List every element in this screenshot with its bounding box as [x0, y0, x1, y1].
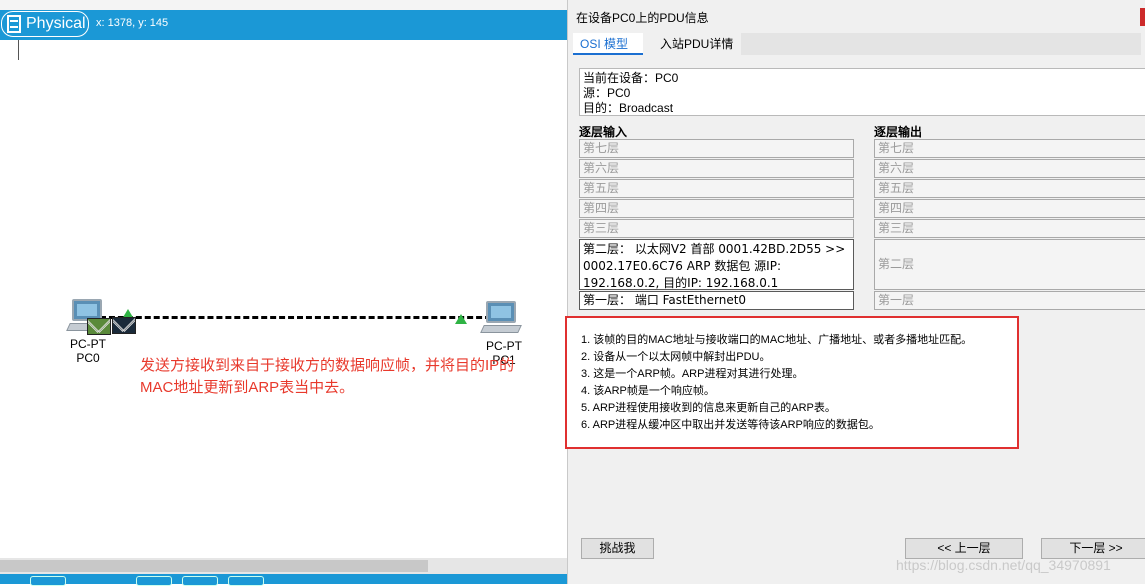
next-layer-button[interactable]: 下一层 >> [1041, 538, 1145, 559]
out-layer-2[interactable]: 第二层 [874, 239, 1145, 290]
cursor-coordinates: x: 1378, y: 145 [96, 17, 169, 29]
annotation-line: MAC地址更新到ARP表当中去。 [140, 379, 355, 396]
annotation-text: 发送方接收到来自于接收方的数据响应帧，并将目的IP的 MAC地址更新到ARP表当… [140, 355, 550, 399]
monitor-shape [486, 301, 516, 323]
pc0-type: PC-PT [70, 337, 106, 351]
out-layer-1[interactable]: 第一层 [874, 291, 1145, 310]
ethernet-link[interactable] [100, 316, 500, 319]
pc0-name: PC0 [76, 351, 100, 365]
description-list: 1. 该帧的目的MAC地址与接收端口的MAC地址、广播地址、或者多播地址匹配。 … [581, 332, 972, 434]
in-layer-5[interactable]: 第五层 [579, 179, 854, 198]
pdu-info-dialog: 在设备PC0上的PDU信息 OSI 模型 入站PDU详情 当前在设备：PC0 源… [565, 0, 1145, 584]
tab-inbound-pdu-details[interactable]: 入站PDU详情 [653, 33, 741, 55]
out-layer-7[interactable]: 第七层 [874, 139, 1145, 158]
physical-mode-label: Physical [26, 15, 86, 32]
pc0-label: PC-PT PC0 [68, 337, 108, 365]
annotation-line: 发送方接收到来自于接收方的数据响应帧，并将目的IP的 [140, 357, 515, 374]
toolbar-divider [18, 40, 19, 60]
bottom-toolbar-button[interactable] [30, 576, 66, 586]
watermark-text: https://blog.csdn.net/qq_34970891 [896, 557, 1111, 573]
layer-description-box: 1. 该帧的目的MAC地址与接收端口的MAC地址、广播地址、或者多播地址匹配。 … [565, 316, 1019, 449]
in-layer-2[interactable]: 第二层： 以太网V2 首部 0001.42BD.2D55 >> 0002.17E… [579, 239, 854, 290]
out-layers-header: 逐层输出 [874, 125, 923, 139]
topology-workspace[interactable]: Physical x: 1378, y: 145 PC-PT PC0 PC-PT… [0, 0, 567, 586]
description-item: 3. 这是一个ARP帧。ARP进程对其进行处理。 [581, 368, 804, 380]
description-item: 1. 该帧的目的MAC地址与接收端口的MAC地址、广播地址、或者多播地址匹配。 [581, 334, 973, 346]
keyboard-shape [480, 325, 522, 333]
physical-view-icon [7, 15, 21, 33]
out-layer-5[interactable]: 第五层 [874, 179, 1145, 198]
bottom-toolbar-button[interactable] [228, 576, 264, 586]
in-layers-header: 逐层输入 [579, 125, 628, 139]
workspace-bottom-bar [0, 574, 567, 584]
scrollbar-thumb[interactable] [0, 560, 428, 572]
workspace-top-strip [0, 0, 567, 10]
pc1-type: PC-PT [486, 339, 522, 353]
challenge-me-button[interactable]: 挑战我 [581, 538, 654, 559]
in-layer-4[interactable]: 第四层 [579, 199, 854, 218]
tab-osi-model[interactable]: OSI 模型 [573, 33, 643, 55]
in-layer-3[interactable]: 第三层 [579, 219, 854, 238]
out-layer-4[interactable]: 第四层 [874, 199, 1145, 218]
close-icon[interactable] [1140, 8, 1145, 26]
in-layer-1[interactable]: 第一层： 端口 FastEthernet0 [579, 291, 854, 310]
description-item: 5. ARP进程使用接收到的信息来更新自己的ARP表。 [581, 402, 836, 414]
current-device: 当前在设备：PC0 [583, 71, 679, 85]
dialog-tabs: OSI 模型 入站PDU详情 [573, 33, 1141, 55]
out-layer-6[interactable]: 第六层 [874, 159, 1145, 178]
description-item: 4. 该ARP帧是一个响应帧。 [581, 385, 715, 397]
destination-device: 目的：Broadcast [583, 101, 674, 115]
source-device: 源：PC0 [583, 86, 631, 100]
pdu-location-info: 当前在设备：PC0 源：PC0 目的：Broadcast [579, 68, 1145, 116]
dialog-title: 在设备PC0上的PDU信息 [576, 11, 709, 25]
physical-mode-button[interactable]: Physical [1, 11, 89, 37]
in-layer-7[interactable]: 第七层 [579, 139, 854, 158]
pc1-device-icon[interactable] [480, 301, 522, 337]
pdu-envelope-icon[interactable] [87, 318, 111, 335]
bottom-toolbar-button[interactable] [136, 576, 172, 586]
bottom-toolbar-button[interactable] [182, 576, 218, 586]
horizontal-scrollbar[interactable] [0, 558, 567, 574]
pdu-envelope-icon[interactable] [112, 317, 136, 334]
description-item: 2. 设备从一个以太网帧中解封出PDU。 [581, 351, 771, 363]
link-status-up-icon-pc1 [455, 314, 467, 324]
previous-layer-button[interactable]: << 上一层 [905, 538, 1023, 559]
workspace-toolbar: Physical x: 1378, y: 145 [0, 10, 567, 40]
in-layer-6[interactable]: 第六层 [579, 159, 854, 178]
tab-strip-filler [741, 33, 1141, 55]
description-item: 6. ARP进程从缓冲区中取出并发送等待该ARP响应的数据包。 [581, 419, 880, 431]
out-layer-3[interactable]: 第三层 [874, 219, 1145, 238]
